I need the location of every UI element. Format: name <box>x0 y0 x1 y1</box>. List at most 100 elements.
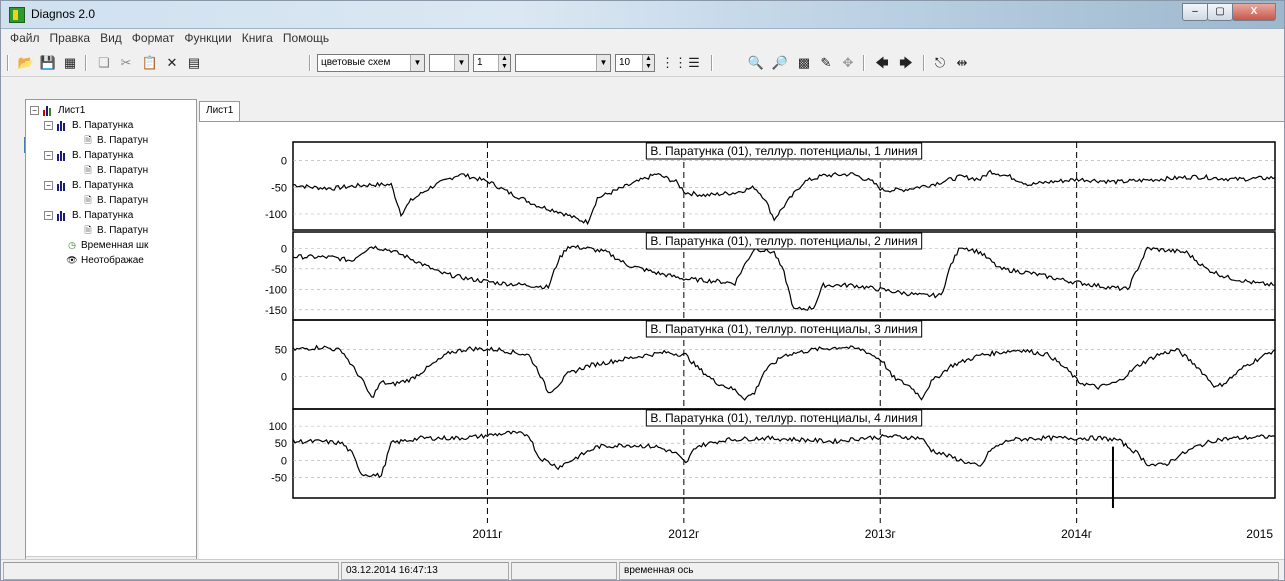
collapse-icon[interactable]: − <box>30 105 39 115</box>
series-line <box>292 244 1276 311</box>
spin-arrows-icon[interactable]: ▲ ▼ <box>642 55 654 71</box>
bar-chart-icon[interactable]: ▤ <box>185 54 203 72</box>
horizontal-grid-icon[interactable]: ☰ <box>685 54 703 72</box>
series-icon <box>57 150 69 161</box>
y-tick-label: 50 <box>275 345 287 357</box>
tree-time-scale-label: Временная шк <box>81 239 149 251</box>
dotted-grid-icon[interactable]: ⋮⋮ <box>661 54 687 72</box>
status-datetime: 03.12.2014 16:47:13 <box>341 562 509 580</box>
font-size-stepper[interactable]: 10 ▲ ▼ <box>615 54 655 72</box>
app-logo-icon <box>9 7 25 23</box>
panel-title: В. Паратунка (01), теллур. потенциалы, 4… <box>650 411 917 425</box>
y-tick-label: 0 <box>281 243 287 255</box>
zoom-in-icon[interactable]: 🔍 <box>747 54 765 72</box>
properties-icon[interactable]: ▦ <box>61 54 79 72</box>
arrow-right-icon[interactable]: 🡆 <box>897 54 915 72</box>
panel-title: В. Паратунка (01), теллур. потенциалы, 1… <box>650 144 917 158</box>
tree-root[interactable]: − Лист1 <box>30 103 85 117</box>
tree-data-2[interactable]: 🗎 В. Паратун <box>82 163 148 177</box>
y-tick-label: -100 <box>265 209 287 221</box>
tree-root-label: Лист1 <box>58 104 86 116</box>
cut-icon[interactable]: ✂ <box>117 54 135 72</box>
close-button[interactable]: X <box>1232 3 1276 21</box>
refresh-icon[interactable]: ⎋ <box>931 54 949 72</box>
document-icon: 🗎 <box>84 194 92 205</box>
fit-width-icon[interactable]: ⇹ <box>953 54 971 72</box>
count-stepper[interactable]: 1 ▲ ▼ <box>473 54 511 72</box>
tree-hidden[interactable]: 👁 Неотображае <box>66 253 144 267</box>
collapse-icon[interactable]: − <box>44 120 53 130</box>
chart-canvas[interactable]: 0 -50 -100 В. Паратунка (01), теллур. потен… <box>199 121 1285 573</box>
title-bar[interactable]: Diagnos 2.0 ‒ ▢ X <box>1 1 1284 29</box>
copy-view-icon[interactable]: ▩ <box>795 54 813 72</box>
tree-data-1[interactable]: 🗎 В. Паратун <box>82 133 148 147</box>
arrow-left-icon[interactable]: 🡄 <box>873 54 891 72</box>
paste-icon[interactable]: 📋 <box>141 54 159 72</box>
tree-series-label: В. Паратунка <box>72 179 134 191</box>
open-folder-icon[interactable]: 📂 <box>17 54 35 72</box>
line-width-select[interactable]: ▼ <box>429 54 469 72</box>
series-line <box>292 344 1276 401</box>
series-icon <box>57 120 69 131</box>
tree-data-3[interactable]: 🗎 В. Паратун <box>82 193 148 207</box>
spin-arrows-icon[interactable]: ▲ ▼ <box>498 55 510 71</box>
tree-data-label: В. Паратун <box>97 224 149 236</box>
tree-series-4[interactable]: − В. Паратунка <box>44 208 133 222</box>
zoom-out-icon[interactable]: 🔎 <box>771 54 789 72</box>
menu-file[interactable]: Файл <box>5 31 45 45</box>
y-tick-label: -50 <box>271 182 287 194</box>
color-scheme-select[interactable]: цветовые схем ▼ <box>317 54 425 72</box>
window-title: Diagnos 2.0 <box>31 7 96 21</box>
minimize-button[interactable]: ‒ <box>1182 3 1208 21</box>
move-icon[interactable]: ✥ <box>839 54 857 72</box>
color-scheme-value: цветовые схем <box>321 57 391 68</box>
font-size-value: 10 <box>619 57 631 68</box>
tree-data-4[interactable]: 🗎 В. Паратун <box>82 223 148 237</box>
document-icon: 🗎 <box>84 224 92 235</box>
menu-help[interactable]: Помощь <box>278 31 334 45</box>
delete-icon[interactable]: ✕ <box>163 54 181 72</box>
tree-series-2[interactable]: − В. Паратунка <box>44 148 133 162</box>
chevron-down-icon[interactable]: ▼ <box>454 55 468 71</box>
x-tick-label: 2013г <box>865 527 897 541</box>
menu-edit[interactable]: Правка <box>45 31 96 45</box>
menu-bar: Файл Правка Вид Формат Функции Книга Пом… <box>1 29 1284 47</box>
tree-series-1[interactable]: − В. Паратунка <box>44 118 133 132</box>
collapse-icon[interactable]: − <box>44 210 53 220</box>
series-line <box>292 430 1276 479</box>
y-tick-label: 0 <box>281 156 287 168</box>
document-icon: 🗎 <box>84 164 92 175</box>
copy-icon[interactable]: ❏ <box>95 54 113 72</box>
font-select[interactable]: ▼ <box>515 54 611 72</box>
clock-icon: ◷ <box>68 239 76 250</box>
collapse-icon[interactable]: − <box>44 180 53 190</box>
chevron-down-icon[interactable]: ▼ <box>410 55 424 71</box>
menu-functions[interactable]: Функции <box>179 31 236 45</box>
tree-time-scale[interactable]: ◷ Временная шк <box>66 238 148 252</box>
count-value: 1 <box>477 57 483 68</box>
toolbar-separator <box>863 55 865 71</box>
panel-title: В. Паратунка (01), теллур. потенциалы, 3… <box>650 322 917 336</box>
menu-format[interactable]: Формат <box>127 31 180 45</box>
menu-view[interactable]: Вид <box>95 31 127 45</box>
collapse-icon[interactable]: − <box>44 150 53 160</box>
y-tick-label: -50 <box>271 264 287 276</box>
chevron-down-icon[interactable]: ▼ <box>596 55 610 71</box>
x-tick-label: 2012г <box>668 527 700 541</box>
maximize-button[interactable]: ▢ <box>1207 3 1233 21</box>
status-panel-empty2 <box>511 562 617 580</box>
toolbar-separator <box>711 55 713 71</box>
x-tick-label: 2015 <box>1246 527 1273 541</box>
pen-icon[interactable]: ✎ <box>817 54 835 72</box>
save-icon[interactable]: 💾 <box>39 54 57 72</box>
tree-series-3[interactable]: − В. Паратунка <box>44 178 133 192</box>
y-tick-label: -100 <box>265 284 287 296</box>
tab-sheet1[interactable]: Лист1 <box>199 101 241 122</box>
toolbar-separator <box>309 55 311 71</box>
menu-book[interactable]: Книга <box>237 31 278 45</box>
telluric-chart[interactable]: 0 -50 -100 В. Паратунка (01), теллур. потен… <box>199 122 1285 552</box>
toolbar-separator <box>923 55 925 71</box>
tree-hidden-label: Неотображае <box>81 254 144 266</box>
tree-series-label: В. Паратунка <box>72 149 134 161</box>
x-tick-label: 2011г <box>472 527 503 541</box>
